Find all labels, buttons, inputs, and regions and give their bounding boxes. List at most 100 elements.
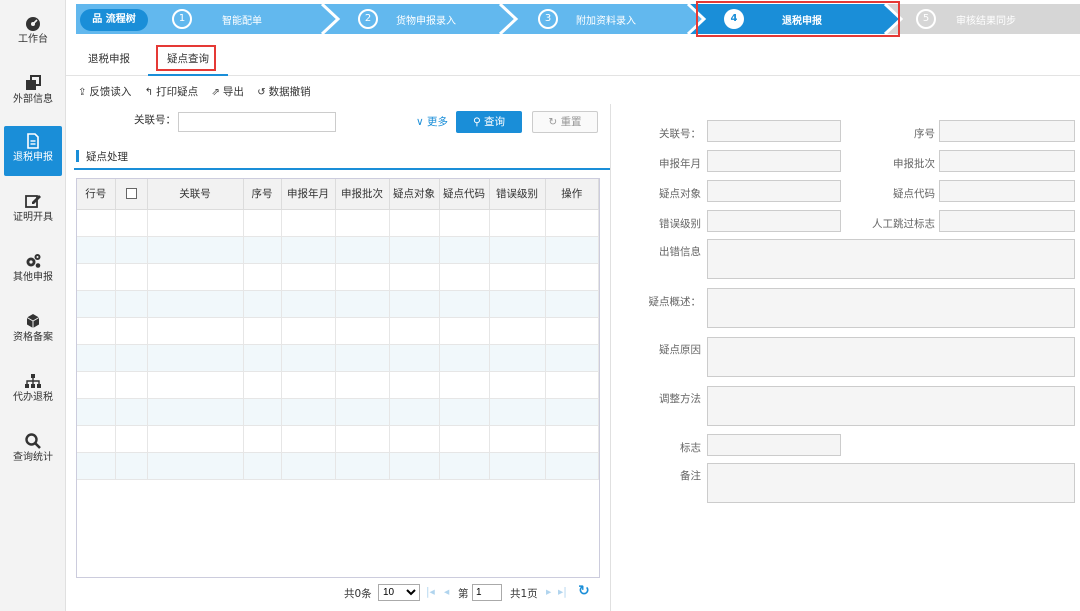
table-row[interactable] xyxy=(77,425,599,453)
table-row[interactable] xyxy=(77,344,599,372)
flag-label: 标志 xyxy=(680,442,701,454)
step-label: 审核结果同步 xyxy=(956,16,1016,27)
table-row[interactable] xyxy=(77,209,599,237)
reset-button[interactable]: ↻ 重置 xyxy=(532,111,598,133)
table-row[interactable] xyxy=(77,371,599,399)
next-page-icon[interactable]: ▸ xyxy=(546,586,551,598)
table-cell xyxy=(77,344,116,372)
sidebar-item-tax-refund[interactable]: 退税申报 xyxy=(4,126,62,176)
link-no-search-input[interactable] xyxy=(178,112,336,132)
code-field[interactable] xyxy=(939,180,1075,202)
table-cell xyxy=(281,371,336,399)
table-cell xyxy=(77,398,116,426)
refresh-icon[interactable]: ↻ xyxy=(578,583,590,599)
table-cell xyxy=(335,425,390,453)
skip-flag-label: 人工跳过标志 xyxy=(872,218,935,230)
sidebar-item-certificate[interactable]: 证明开具 xyxy=(4,186,62,236)
seq-field[interactable] xyxy=(939,120,1075,142)
table-row[interactable] xyxy=(77,236,599,264)
table-cell xyxy=(439,425,490,453)
step-5[interactable]: 5 审核结果同步 xyxy=(916,4,1066,32)
table-cell xyxy=(281,398,336,426)
object-label: 疑点对象 xyxy=(659,188,701,200)
step-3[interactable]: 3 附加资料录入 xyxy=(538,4,688,32)
table-cell xyxy=(439,236,490,264)
table-cell xyxy=(115,425,148,453)
remark-field[interactable] xyxy=(707,463,1075,503)
flag-field[interactable] xyxy=(707,434,841,456)
table-cell xyxy=(489,263,546,291)
object-field[interactable] xyxy=(707,180,841,202)
select-all-checkbox[interactable] xyxy=(125,188,137,200)
method-field[interactable] xyxy=(707,386,1075,426)
table-cell xyxy=(545,398,599,426)
table-cell xyxy=(389,425,440,453)
table-cell xyxy=(77,425,116,453)
step-1[interactable]: 1 智能配单 xyxy=(172,4,322,32)
tab-tax-refund[interactable]: 退税申报 xyxy=(84,50,134,76)
table-row[interactable] xyxy=(77,263,599,291)
step-2[interactable]: 2 货物申报录入 xyxy=(358,4,508,32)
reason-field[interactable] xyxy=(707,337,1075,377)
table-cell xyxy=(115,371,148,399)
table-cell xyxy=(335,344,390,372)
prev-page-icon[interactable]: ◂ xyxy=(444,586,449,598)
table-cell xyxy=(335,371,390,399)
flow-tree-button[interactable]: 品 流程树 xyxy=(80,9,148,31)
sidebar-item-label: 外部信息 xyxy=(13,94,53,105)
error-info-field[interactable] xyxy=(707,239,1075,279)
more-toggle[interactable]: ∨ 更多 xyxy=(416,114,448,129)
table-cell xyxy=(77,452,116,480)
table-cell xyxy=(115,290,148,318)
table-cell xyxy=(545,290,599,318)
page-total: 共1页 xyxy=(510,588,538,600)
reason-label: 疑点原因 xyxy=(659,344,701,356)
sidebar-item-label: 代办退税 xyxy=(13,392,53,403)
first-page-icon[interactable]: |◂ xyxy=(426,586,435,598)
table-cell xyxy=(335,398,390,426)
summary-field[interactable] xyxy=(707,288,1075,328)
remark-label: 备注 xyxy=(680,470,701,482)
seq-label: 序号 xyxy=(914,128,935,140)
sidebar-item-workbench[interactable]: 工作台 xyxy=(4,8,62,58)
table-row[interactable] xyxy=(77,317,599,345)
data-revoke-button[interactable]: ↺ 数据撤销 xyxy=(257,84,310,99)
level-field[interactable] xyxy=(707,210,841,232)
period-field[interactable] xyxy=(707,150,841,172)
table-cell xyxy=(243,344,282,372)
flow-tree-label: 流程树 xyxy=(105,14,136,25)
table-cell xyxy=(489,317,546,345)
batch-field[interactable] xyxy=(939,150,1075,172)
period-label: 申报年月 xyxy=(659,158,701,170)
clone-icon xyxy=(26,75,41,90)
sidebar-item-agent-refund[interactable]: 代办退税 xyxy=(4,366,62,416)
sidebar-item-external-info[interactable]: 外部信息 xyxy=(4,68,62,118)
page-number-input[interactable] xyxy=(472,584,502,601)
table-row[interactable] xyxy=(77,452,599,480)
step-label: 智能配单 xyxy=(222,16,262,27)
table-cell xyxy=(489,425,546,453)
table-row[interactable] xyxy=(77,398,599,426)
suspicious-list-panel: 关联号： ∨ 更多 ⚲ 查询 ↻ 重置 疑点处理 行号 关联号 序号 申报年月 … xyxy=(74,104,610,611)
table-row[interactable] xyxy=(77,290,599,318)
sidebar-item-other-declaration[interactable]: 其他申报 xyxy=(4,246,62,296)
page-size-select[interactable]: 10 xyxy=(378,584,420,601)
column-header: 疑点对象 xyxy=(389,179,440,210)
skip-flag-field[interactable] xyxy=(939,210,1075,232)
table-cell xyxy=(243,317,282,345)
export-button[interactable]: ⇗ 导出 xyxy=(211,84,243,99)
sidebar-item-qualification[interactable]: 资格备案 xyxy=(4,306,62,356)
print-suspicious-button[interactable]: ↰ 打印疑点 xyxy=(145,84,198,99)
table-cell xyxy=(147,317,244,345)
link-no-field[interactable] xyxy=(707,120,841,142)
last-page-icon[interactable]: ▸| xyxy=(558,586,567,598)
sitemap-icon xyxy=(25,374,41,388)
query-button[interactable]: ⚲ 查询 xyxy=(456,111,522,133)
table-cell xyxy=(281,209,336,237)
sidebar-item-query-stats[interactable]: 查询统计 xyxy=(4,426,62,476)
sidebar-item-label: 证明开具 xyxy=(13,212,53,223)
feedback-read-button[interactable]: ⇪ 反馈读入 xyxy=(78,84,131,99)
table-cell xyxy=(243,209,282,237)
table-cell xyxy=(545,236,599,264)
section-header: 疑点处理 xyxy=(74,142,610,170)
